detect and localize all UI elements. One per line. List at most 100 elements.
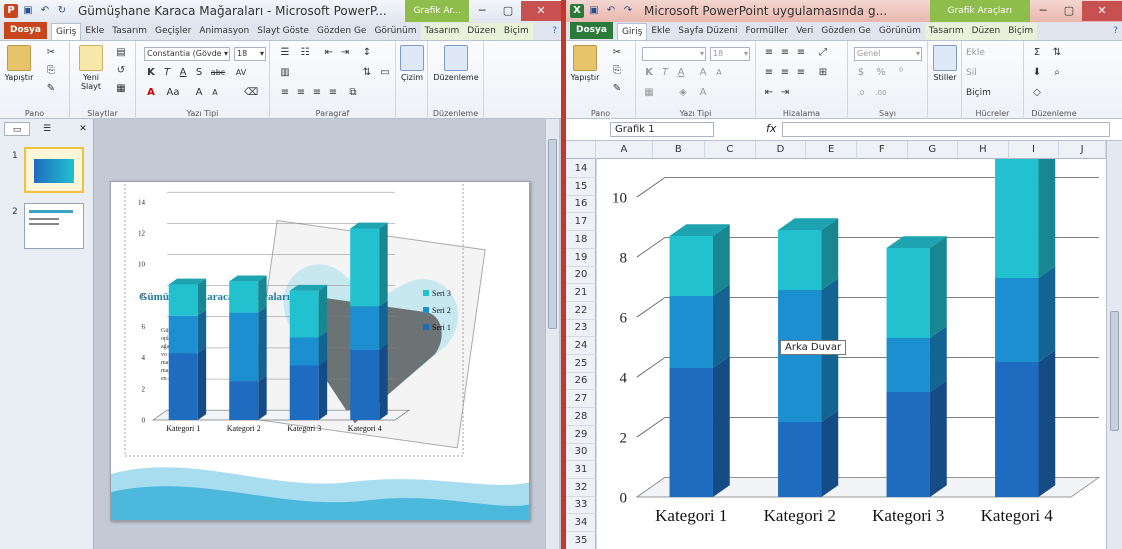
section-icon[interactable]: ▦ <box>114 83 128 95</box>
bar-segment[interactable] <box>778 422 822 497</box>
line-spacing-icon[interactable]: ↕ <box>360 47 374 59</box>
bullets-icon[interactable]: ☰ <box>278 47 292 59</box>
bold-button[interactable]: K <box>642 67 656 79</box>
row-header[interactable]: 29 <box>566 425 596 444</box>
slide-thumbnail-1[interactable] <box>24 147 84 193</box>
tab-g-zden-ge[interactable]: Gözden Ge <box>313 23 371 40</box>
row-header[interactable]: 20 <box>566 265 596 285</box>
slides-tab[interactable]: ▭ <box>4 122 30 136</box>
smartart-icon[interactable]: ⧉ <box>346 87 360 99</box>
select-all-corner[interactable] <box>566 141 597 159</box>
row-header[interactable]: 23 <box>566 318 596 338</box>
currency-icon[interactable]: $ <box>854 67 868 79</box>
increase-indent-icon[interactable]: ⇥ <box>338 47 352 59</box>
cut-icon[interactable]: ✂ <box>44 47 58 59</box>
change-case-icon[interactable]: Aa <box>166 87 180 99</box>
slide-canvas[interactable]: Gümüşhane Karaca Mağaraları Gümüşhane il… <box>110 181 530 521</box>
row-header[interactable]: 22 <box>566 301 596 320</box>
panel-close-icon[interactable]: ✕ <box>76 122 90 136</box>
align-bottom-icon[interactable]: ≡ <box>794 47 808 59</box>
row-header[interactable]: 15 <box>566 177 596 196</box>
shrink-font-icon[interactable]: A <box>208 87 222 99</box>
font-color-icon[interactable]: A <box>696 87 710 99</box>
row-header[interactable]: 21 <box>566 283 596 302</box>
format-painter-icon[interactable]: ✎ <box>610 83 624 95</box>
drawing-button[interactable]: Çizim <box>397 45 427 82</box>
tab-tasar-m[interactable]: Tasarım <box>924 23 968 40</box>
paste-button[interactable]: Yapıştır <box>4 45 34 82</box>
bar-segment[interactable] <box>229 312 259 382</box>
undo-icon[interactable]: ↶ <box>38 4 52 18</box>
format-painter-icon[interactable]: ✎ <box>44 83 58 95</box>
tab-tasar-m[interactable]: Tasarım <box>108 23 151 40</box>
sort-filter-icon[interactable]: ⇅ <box>1050 47 1064 59</box>
tab-ge-i-ler[interactable]: Geçişler <box>151 23 195 40</box>
tab-giri-[interactable]: Giriş <box>616 23 648 40</box>
align-text-icon[interactable]: ▭ <box>378 67 392 79</box>
column-header[interactable]: B <box>653 141 706 159</box>
maximize-button[interactable]: ▢ <box>495 1 521 21</box>
copy-icon[interactable]: ⎘ <box>610 65 624 77</box>
underline-button[interactable]: A <box>176 67 190 79</box>
bar-segment[interactable] <box>995 128 1039 278</box>
row-header[interactable]: 18 <box>566 230 596 249</box>
row-header[interactable]: 34 <box>566 513 596 532</box>
column-header[interactable]: C <box>705 141 756 159</box>
tab-d-zen[interactable]: Düzen <box>967 23 1005 40</box>
row-header[interactable]: 24 <box>566 336 596 355</box>
orientation-icon[interactable]: ⤢ <box>816 47 830 59</box>
font-name-combo[interactable] <box>642 47 706 61</box>
column-header[interactable]: J <box>1059 141 1106 159</box>
bar-segment[interactable] <box>995 278 1039 362</box>
formula-input[interactable] <box>782 122 1110 137</box>
powerpoint-app-icon[interactable]: P <box>4 4 18 18</box>
format-cells-button[interactable]: Biçim <box>966 87 1020 99</box>
borders-icon[interactable]: ▦ <box>642 87 656 99</box>
tab-bi-im[interactable]: Biçim <box>1004 23 1038 40</box>
tab-veri[interactable]: Veri <box>792 23 817 40</box>
row-header[interactable]: 25 <box>566 354 596 373</box>
row-header[interactable]: 32 <box>566 478 596 497</box>
editing-button[interactable]: Düzenleme <box>428 45 484 82</box>
maximize-button[interactable]: ▢ <box>1056 1 1082 21</box>
tab-bi-im[interactable]: Biçim <box>499 23 533 40</box>
paste-button[interactable]: Yapıştır <box>570 45 600 82</box>
columns-icon[interactable]: ▥ <box>278 67 292 79</box>
copy-icon[interactable]: ⎘ <box>44 65 58 77</box>
bar-segment[interactable] <box>778 230 822 290</box>
slide-thumbnail-2[interactable] <box>24 203 84 249</box>
bar-segment[interactable] <box>669 296 713 368</box>
font-size-combo[interactable]: 18 <box>234 47 266 61</box>
italic-button[interactable]: T <box>160 67 174 79</box>
bar-segment[interactable] <box>350 306 380 350</box>
tab-giri-[interactable]: Giriş <box>50 23 82 40</box>
delete-cells-button[interactable]: Sil <box>966 67 1020 79</box>
clear-icon[interactable]: ◇ <box>1030 87 1044 99</box>
tab-slayt-g-ste[interactable]: Slayt Göste <box>253 23 313 40</box>
justify-icon[interactable]: ≡ <box>326 87 340 99</box>
bar-segment[interactable] <box>886 392 930 497</box>
bar-segment[interactable] <box>289 290 319 338</box>
column-header[interactable]: I <box>1009 141 1060 159</box>
font-name-combo[interactable]: Constantia (Gövde <box>144 47 230 61</box>
bar-segment[interactable] <box>995 362 1039 497</box>
tab-ekle[interactable]: Ekle <box>81 23 108 40</box>
bar-segment[interactable] <box>229 381 259 420</box>
undo-icon[interactable]: ↶ <box>604 4 618 18</box>
column-header[interactable]: A <box>596 141 653 159</box>
font-size-combo[interactable]: 18 <box>710 47 750 61</box>
excel-chart-svg[interactable]: 0 2 4 6 8 10 Kategori 1 Kategori 2 Kategori 3 Kat… <box>597 116 1107 549</box>
increase-decimal-icon[interactable]: .0 <box>854 87 868 99</box>
font-color-icon[interactable]: A <box>144 87 158 99</box>
close-button[interactable]: ✕ <box>1082 1 1122 21</box>
char-spacing-button[interactable]: AV <box>232 67 250 79</box>
align-left-icon[interactable]: ≡ <box>762 67 776 79</box>
align-right-icon[interactable]: ≡ <box>310 87 324 99</box>
worksheet[interactable]: 0 2 4 6 8 10 Kategori 1 Kategori 2 Kategori 3 Kat… <box>597 116 1107 549</box>
column-header[interactable]: H <box>958 141 1009 159</box>
autosum-icon[interactable]: Σ <box>1030 47 1044 59</box>
strikethrough-button[interactable]: abc <box>208 67 228 79</box>
align-top-icon[interactable]: ≡ <box>762 47 776 59</box>
minimize-button[interactable]: ─ <box>469 1 495 21</box>
tab-ekle[interactable]: Ekle <box>647 23 674 40</box>
